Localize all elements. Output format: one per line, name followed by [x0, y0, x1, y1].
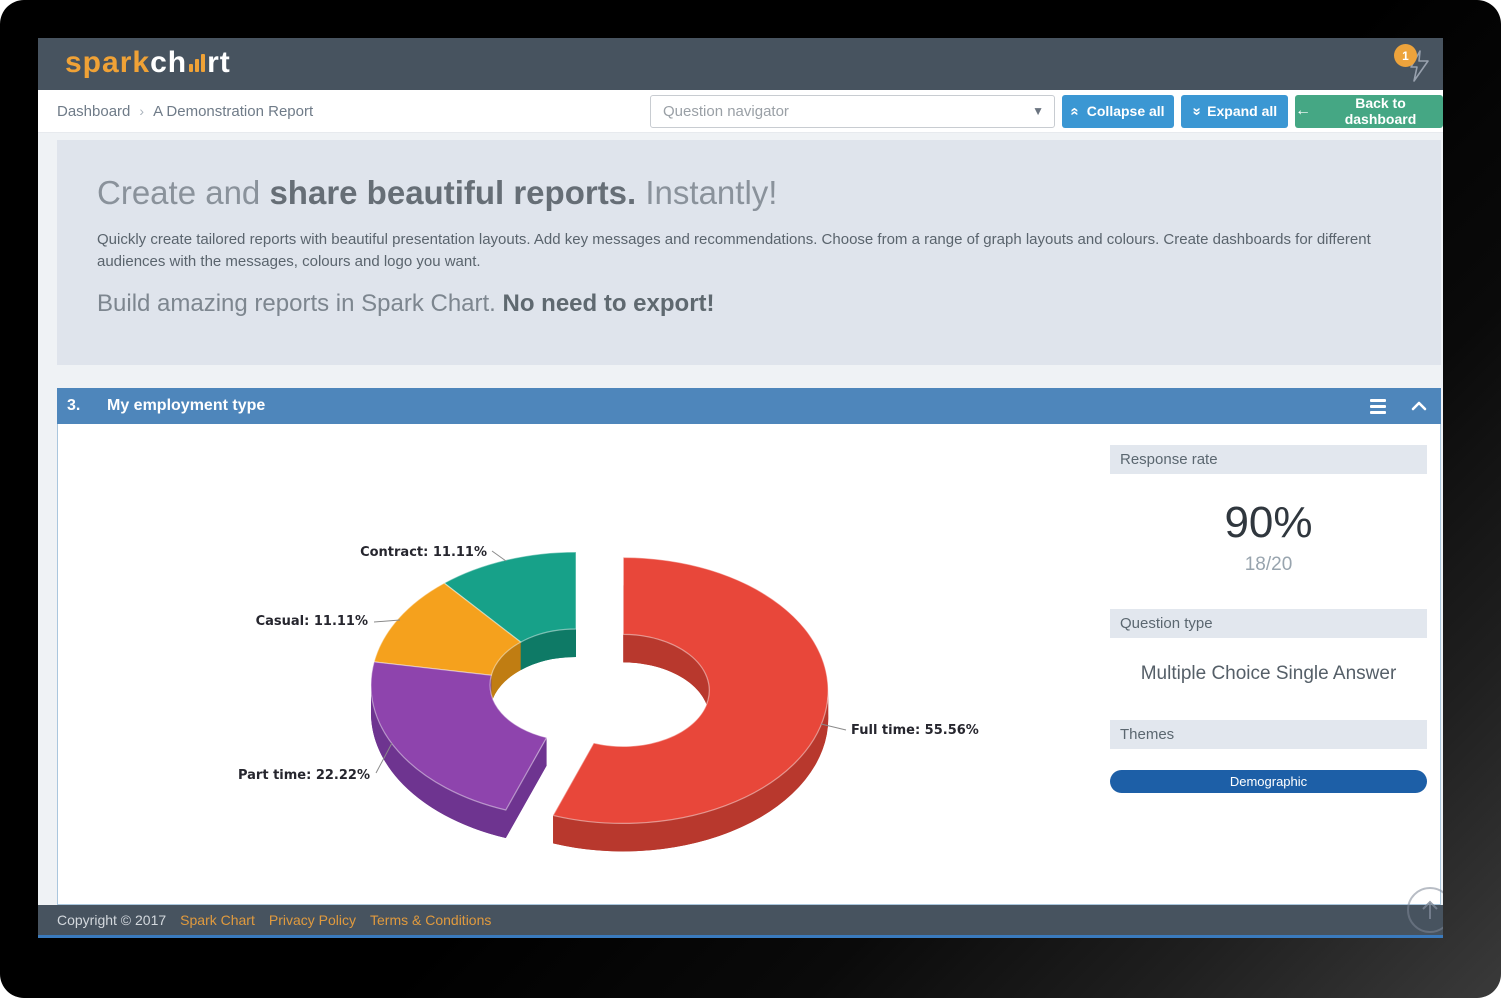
question-number: 3. — [67, 397, 97, 415]
breadcrumb-toolbar-row: Dashboard › A Demonstration Report Quest… — [38, 90, 1443, 133]
question-navigator-placeholder: Question navigator — [663, 103, 789, 120]
collapse-all-button[interactable]: « Collapse all — [1062, 95, 1174, 128]
back-to-dashboard-label: Back to dashboard — [1318, 95, 1443, 127]
question-type-header: Question type — [1110, 609, 1427, 638]
top-bar: spark ch rt 1 — [38, 38, 1443, 90]
hero-title-light: Create and — [97, 174, 269, 211]
bar-chart-icon — [189, 54, 205, 72]
hero-banner: Create and share beautiful reports. Inst… — [57, 140, 1441, 365]
hero-subline: Build amazing reports in Spark Chart. No… — [97, 290, 1393, 318]
hero-subline-light: Build amazing reports in Spark Chart. — [97, 290, 503, 317]
screen-bezel: spark ch rt 1 Dashboard › A Demonstratio… — [0, 0, 1501, 998]
collapse-all-label: Collapse all — [1087, 103, 1165, 119]
notification-count-badge: 1 — [1394, 44, 1417, 67]
response-rate-value: 90% — [1110, 498, 1427, 548]
back-to-dashboard-button[interactable]: ← Back to dashboard — [1295, 95, 1443, 128]
question-navigator-select[interactable]: Question navigator ▼ — [650, 95, 1055, 128]
copyright-text: Copyright © 2017 — [57, 912, 166, 928]
arrow-left-icon: ← — [1295, 102, 1311, 120]
question-panel-body: Full time: 55.56% Part time: 22.22% Casual… — [57, 424, 1441, 905]
hero-title: Create and share beautiful reports. Inst… — [97, 174, 1393, 212]
footer-link-terms-conditions[interactable]: Terms & Conditions — [370, 912, 491, 928]
spark-chart-logo[interactable]: spark ch rt — [65, 46, 231, 80]
hero-subline-bold: No need to export! — [503, 290, 715, 317]
slice-label-part-time: Part time: 22.22% — [238, 768, 370, 783]
slice-label-full-time: Full time: 55.56% — [851, 723, 979, 738]
chevron-down-icon: ▼ — [1032, 104, 1044, 118]
app-window: spark ch rt 1 Dashboard › A Demonstratio… — [38, 38, 1443, 938]
employment-type-donut-chart: Full time: 55.56% Part time: 22.22% Casual… — [58, 424, 1110, 905]
slice-label-casual: Casual: 11.11% — [256, 614, 368, 629]
logo-text-spark: spark — [65, 46, 150, 80]
arrow-up-icon — [1419, 898, 1441, 922]
double-chevron-up-icon: « — [1067, 107, 1084, 115]
notifications-button[interactable]: 1 — [1394, 44, 1443, 86]
double-chevron-down-icon: « — [1187, 107, 1204, 115]
question-stats-sidebar: Response rate 90% 18/20 Question type Mu… — [1110, 445, 1427, 793]
hero-title-bold: share beautiful reports. — [269, 174, 636, 211]
response-rate-fraction: 18/20 — [1110, 554, 1427, 576]
theme-badge-demographic[interactable]: Demographic — [1110, 770, 1427, 793]
breadcrumb-dashboard-link[interactable]: Dashboard — [57, 103, 130, 120]
footer: Copyright © 2017 Spark Chart Privacy Pol… — [38, 905, 1443, 938]
logo-text-rt: rt — [207, 46, 231, 80]
chevron-up-icon — [1411, 401, 1427, 411]
hero-paragraph: Quickly create tailored reports with bea… — [97, 229, 1393, 273]
question-type-value: Multiple Choice Single Answer — [1110, 663, 1427, 685]
footer-link-privacy-policy[interactable]: Privacy Policy — [269, 912, 356, 928]
breadcrumb-separator-icon: › — [139, 103, 144, 119]
collapse-panel-button[interactable] — [1411, 401, 1427, 411]
response-rate-header: Response rate — [1110, 445, 1427, 474]
breadcrumb: Dashboard › A Demonstration Report — [57, 103, 313, 120]
leader-line-contract — [492, 551, 506, 561]
footer-link-spark-chart[interactable]: Spark Chart — [180, 912, 255, 928]
logo-text-ch: ch — [150, 46, 187, 80]
chart-menu-icon[interactable] — [1367, 396, 1389, 417]
slice-label-contract: Contract: 11.11% — [360, 545, 487, 560]
question-panel: 3. My employment type Full time: 55.56% P… — [57, 388, 1441, 905]
question-title: My employment type — [107, 397, 265, 415]
question-panel-header: 3. My employment type — [57, 388, 1441, 424]
hero-title-tail: Instantly! — [636, 174, 777, 211]
breadcrumb-current-report: A Demonstration Report — [153, 103, 313, 120]
expand-all-label: Expand all — [1207, 103, 1277, 119]
panel-header-icons — [1367, 396, 1427, 417]
expand-all-button[interactable]: « Expand all — [1181, 95, 1288, 128]
toolbar-controls: Question navigator ▼ « Collapse all « Ex… — [650, 95, 1443, 128]
themes-header: Themes — [1110, 720, 1427, 749]
